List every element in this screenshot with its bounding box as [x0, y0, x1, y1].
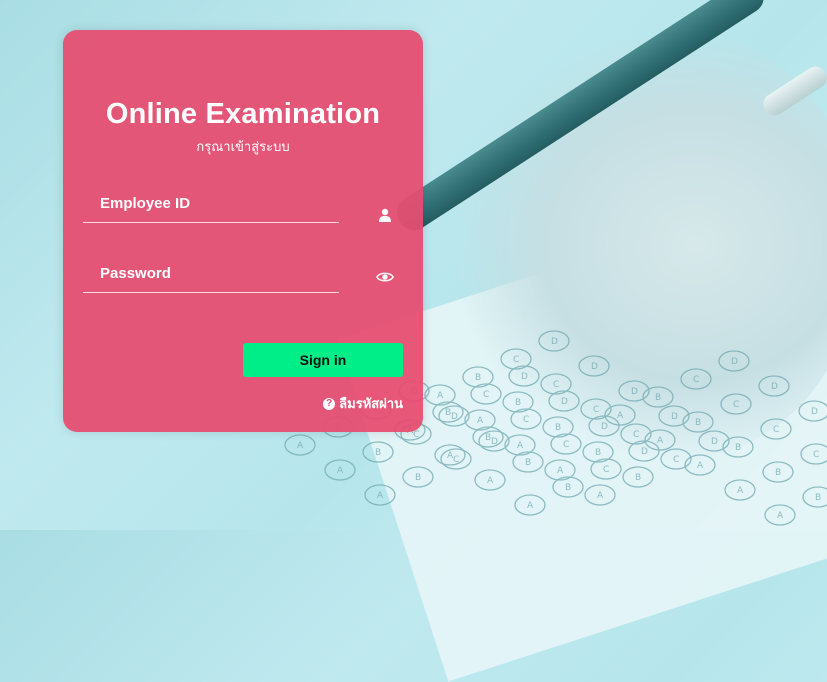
answer-bubble-letter: C	[563, 440, 569, 450]
answer-bubble-letter: B	[565, 483, 571, 493]
login-card: Online Examination กรุณาเข้าสู่ระบบ Empl…	[63, 30, 423, 432]
answer-bubble-letter: B	[775, 468, 781, 478]
answer-bubble-letter: B	[735, 443, 741, 453]
answer-bubble-letter: A	[697, 461, 704, 471]
answer-bubble-letter: A	[617, 411, 624, 421]
answer-bubble-letter: D	[601, 422, 608, 432]
answer-bubble-letter: D	[591, 362, 598, 372]
answer-bubble-letter: B	[595, 448, 601, 458]
page-title: Online Examination	[105, 98, 381, 130]
answer-bubble-letter: A	[337, 466, 344, 476]
answer-bubble-letter: D	[491, 437, 498, 447]
answer-bubble-letter: D	[561, 397, 568, 407]
forgot-password-label: ลืมรหัสผ่าน	[339, 397, 403, 412]
answer-bubble-letter: C	[673, 455, 679, 465]
answer-bubble-letter: A	[527, 501, 534, 511]
answer-bubble-letter: B	[475, 373, 481, 383]
answer-bubble-letter: A	[597, 491, 604, 501]
answer-bubble-letter: A	[777, 511, 784, 521]
employee-id-placeholder: Employee ID	[100, 195, 191, 212]
answer-bubble-letter: D	[711, 437, 718, 447]
answer-bubble-letter: A	[437, 391, 444, 401]
answer-bubble-letter: C	[483, 390, 489, 400]
answer-bubble-letter: A	[557, 466, 564, 476]
answer-bubble-letter: B	[655, 393, 661, 403]
eye-icon[interactable]	[376, 268, 394, 286]
answer-bubble-letter: D	[671, 412, 678, 422]
answer-bubble-letter: A	[377, 491, 384, 501]
answer-bubble-letter: B	[525, 458, 531, 468]
answer-bubble-letter: B	[695, 418, 701, 428]
answer-bubble-letter: C	[603, 465, 609, 475]
answer-bubble-letter: C	[813, 450, 819, 460]
password-underline	[83, 292, 339, 293]
login-subtitle: กรุณาเข้าสู่ระบบ	[196, 140, 290, 155]
answer-bubble-letter: A	[477, 416, 484, 426]
answer-bubble-letter: B	[415, 473, 421, 483]
answer-bubble-letter: C	[773, 425, 779, 435]
answer-bubble-letter: A	[737, 486, 744, 496]
user-icon	[376, 206, 394, 224]
answer-bubble-letter: A	[487, 476, 494, 486]
answer-bubble-letter: A	[517, 441, 524, 451]
answer-bubble-letter: D	[641, 447, 648, 457]
answer-bubble-letter: C	[523, 415, 529, 425]
answer-bubble-letter: D	[521, 372, 528, 382]
forgot-password-link[interactable]: ? ลืมรหัสผ่าน	[323, 393, 403, 414]
answer-bubble-letter: D	[631, 387, 638, 397]
answer-bubble-letter: C	[633, 430, 639, 440]
answer-bubble-letter: C	[593, 405, 599, 415]
answer-bubble-letter: B	[375, 448, 381, 458]
answer-bubble-letter: D	[451, 412, 458, 422]
answer-bubble-letter: C	[453, 455, 459, 465]
question-circle-icon: ?	[323, 397, 336, 410]
password-placeholder: Password	[100, 265, 171, 282]
answer-bubble-letter: D	[551, 337, 558, 347]
answer-bubble-letter: C	[513, 355, 519, 365]
answer-bubble-letter: A	[297, 441, 304, 451]
answer-bubble-letter: D	[771, 382, 778, 392]
answer-bubble-letter: C	[413, 430, 419, 440]
answer-bubble-letter: C	[553, 380, 559, 390]
answer-bubble-letter: B	[515, 398, 521, 408]
answer-bubble-letter: B	[815, 493, 821, 503]
answer-bubble-letter: C	[733, 400, 739, 410]
answer-bubble-letter: B	[555, 423, 561, 433]
answer-bubble-letter: D	[811, 407, 818, 417]
employee-id-underline	[83, 222, 339, 223]
sign-in-button[interactable]: Sign in	[243, 343, 403, 377]
answer-bubble-letter: C	[693, 375, 699, 385]
answer-bubble-letter: D	[731, 357, 738, 367]
answer-bubble-letter: B	[635, 473, 641, 483]
answer-bubble-letter: A	[657, 436, 664, 446]
